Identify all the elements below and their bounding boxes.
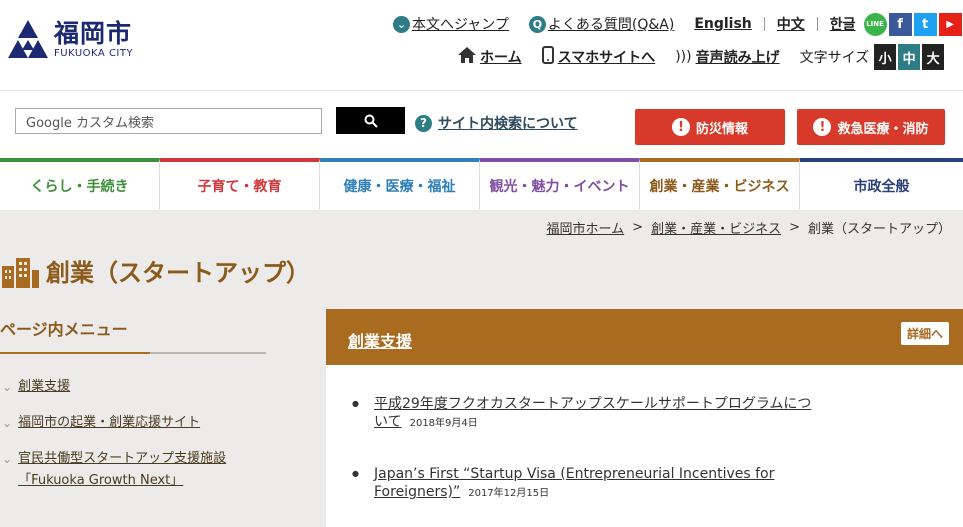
list-item[interactable]: ⌄ 創業支援	[0, 376, 266, 398]
nav-city-gov[interactable]: 市政全般	[800, 158, 963, 210]
smartphone-icon	[541, 46, 554, 68]
faq-link[interactable]: Q よくある質問(Q&A)	[528, 14, 674, 34]
chinese-link-text[interactable]: 中文	[777, 14, 805, 34]
utility-links: ⌄ 本文へジャンプ Q よくある質問(Q&A) English 中文 한글 LI…	[393, 12, 962, 36]
home-link-text[interactable]: ホーム	[480, 47, 522, 67]
page-title: 創業（スタートアップ）	[46, 258, 310, 287]
search-input[interactable]: Google カスタム検索	[15, 108, 322, 134]
search-button[interactable]	[336, 107, 405, 134]
list-item: 平成29年度フクオカスタートアップスケールサポートプログラムについて2018年9…	[352, 395, 814, 433]
question-icon: ?	[415, 114, 432, 132]
nav-business[interactable]: 創業・産業・ビジネス	[640, 158, 800, 210]
sns-links: LINE f t ▶	[862, 12, 962, 36]
emergency-label: 救急医療・消防	[837, 121, 929, 137]
home-link[interactable]: ホーム	[458, 47, 522, 67]
startup-support-panel: 創業支援 詳細へ 平成29年度フクオカスタートアップスケールサポートプログラムに…	[326, 309, 963, 527]
breadcrumb: 福岡市ホーム > 創業・産業・ビジネス > 創業（スタートアップ）	[547, 218, 951, 237]
nav-childcare[interactable]: 子育て・教育	[160, 158, 320, 210]
nav-living[interactable]: くらし・手続き	[0, 158, 160, 210]
voice-read-link[interactable]: ))) 音声読み上げ	[675, 47, 779, 67]
home-icon	[458, 47, 476, 67]
panel-title[interactable]: 創業支援	[348, 328, 412, 352]
article-date: 2017年12月15日	[468, 488, 550, 499]
list-item: Japan’s First “Startup Visa (Entrepreneu…	[352, 465, 814, 503]
chevron-down-icon: ⌄	[2, 452, 13, 466]
faq-link-text[interactable]: よくある質問(Q&A)	[548, 14, 674, 34]
exclamation-icon: !	[671, 118, 690, 136]
font-size-small-button[interactable]: 小	[874, 44, 897, 70]
breadcrumb-separator: >	[789, 220, 800, 235]
chinese-link[interactable]: 中文	[777, 14, 805, 34]
chevron-down-icon: ⌄	[2, 380, 13, 394]
breadcrumb-separator: >	[632, 220, 644, 235]
menu-link[interactable]: 福岡市の起業・創業応援サイト	[18, 412, 200, 434]
page-title-area: 創業（スタートアップ）	[0, 252, 310, 288]
city-emblem-icon	[8, 18, 48, 62]
menu-link[interactable]: 官民共働型スタートアップ支援施設「Fukuoka Growth Next」	[18, 448, 248, 492]
main-content: 福岡市ホーム > 創業・産業・ビジネス > 創業（スタートアップ） 創業（スター…	[0, 210, 963, 527]
english-link[interactable]: English	[694, 16, 751, 32]
skip-link-text[interactable]: 本文へジャンプ	[412, 14, 509, 34]
site-logo[interactable]: 福岡市 FUKUOKA CITY	[8, 18, 133, 62]
nav-tourism[interactable]: 観光・魅力・イベント	[480, 158, 640, 210]
exclamation-icon: !	[813, 118, 832, 136]
chevron-down-icon: ⌄	[393, 15, 410, 33]
smartphone-link-text[interactable]: スマホサイトへ	[558, 47, 656, 67]
search-help-text[interactable]: サイト内検索について	[438, 113, 578, 133]
font-size-medium-button[interactable]: 中	[898, 44, 921, 70]
panel-header: 創業支援 詳細へ	[326, 309, 963, 365]
q-icon: Q	[528, 15, 546, 33]
disaster-label: 防災情報	[695, 121, 748, 137]
menu-link[interactable]: 創業支援	[18, 376, 70, 398]
search-help-link[interactable]: ? サイト内検索について	[415, 113, 578, 133]
article-date: 2018年9月4日	[409, 418, 478, 429]
facebook-icon[interactable]: f	[888, 12, 912, 36]
in-page-menu-heading: ページ内メニュー	[0, 316, 266, 354]
global-nav: くらし・手続き 子育て・教育 健康・医療・福祉 観光・魅力・イベント 創業・産業…	[0, 158, 963, 210]
search-icon	[364, 114, 378, 128]
chevron-down-icon: ⌄	[2, 416, 13, 430]
nav-health[interactable]: 健康・医療・福祉	[320, 158, 480, 210]
korean-link[interactable]: 한글	[830, 14, 856, 34]
disaster-info-button[interactable]: ! 防災情報	[635, 109, 785, 145]
article-link[interactable]: Japan’s First “Startup Visa (Entrepreneu…	[374, 466, 774, 500]
twitter-icon[interactable]: t	[913, 12, 937, 36]
in-page-menu: ページ内メニュー ⌄ 創業支援 ⌄ 福岡市の起業・創業応援サイト ⌄ 官民共働型スター…	[0, 316, 266, 506]
list-item[interactable]: ⌄ 福岡市の起業・創業応援サイト	[0, 412, 266, 434]
voice-link-text[interactable]: 音声読み上げ	[696, 47, 780, 67]
detail-button[interactable]: 詳細へ	[900, 322, 949, 345]
divider	[816, 17, 818, 31]
youtube-icon[interactable]: ▶	[938, 12, 962, 36]
logo-japanese: 福岡市	[54, 19, 133, 48]
building-icon	[0, 252, 40, 288]
breadcrumb-current: 創業（スタートアップ）	[807, 222, 951, 237]
emergency-button[interactable]: ! 救急医療・消防	[797, 109, 945, 145]
utility-links-row2: ホーム スマホサイトへ ))) 音声読み上げ 文字サイズ 小 中 大	[458, 44, 945, 70]
korean-link-text[interactable]: 한글	[830, 14, 856, 34]
search-band: Google カスタム検索 ? サイト内検索について ! 防災情報 ! 救急医療…	[0, 90, 963, 158]
font-size-label: 文字サイズ	[799, 50, 870, 66]
site-header: 福岡市 FUKUOKA CITY ⌄ 本文へジャンプ Q よくある質問(Q&A)…	[0, 0, 963, 88]
english-link-text[interactable]: English	[694, 16, 751, 32]
breadcrumb-home[interactable]: 福岡市ホーム	[547, 218, 625, 237]
divider	[763, 17, 765, 31]
skip-to-content-link[interactable]: ⌄ 本文へジャンプ	[393, 14, 509, 34]
font-size-large-button[interactable]: 大	[922, 44, 945, 70]
logo-english: FUKUOKA CITY	[54, 48, 134, 59]
line-icon[interactable]: LINE	[863, 12, 887, 36]
list-item[interactable]: ⌄ 官民共働型スタートアップ支援施設「Fukuoka Growth Next」	[0, 448, 266, 492]
smartphone-link[interactable]: スマホサイトへ	[541, 46, 656, 68]
breadcrumb-parent[interactable]: 創業・産業・ビジネス	[651, 218, 781, 237]
sound-wave-icon: )))	[675, 49, 692, 65]
